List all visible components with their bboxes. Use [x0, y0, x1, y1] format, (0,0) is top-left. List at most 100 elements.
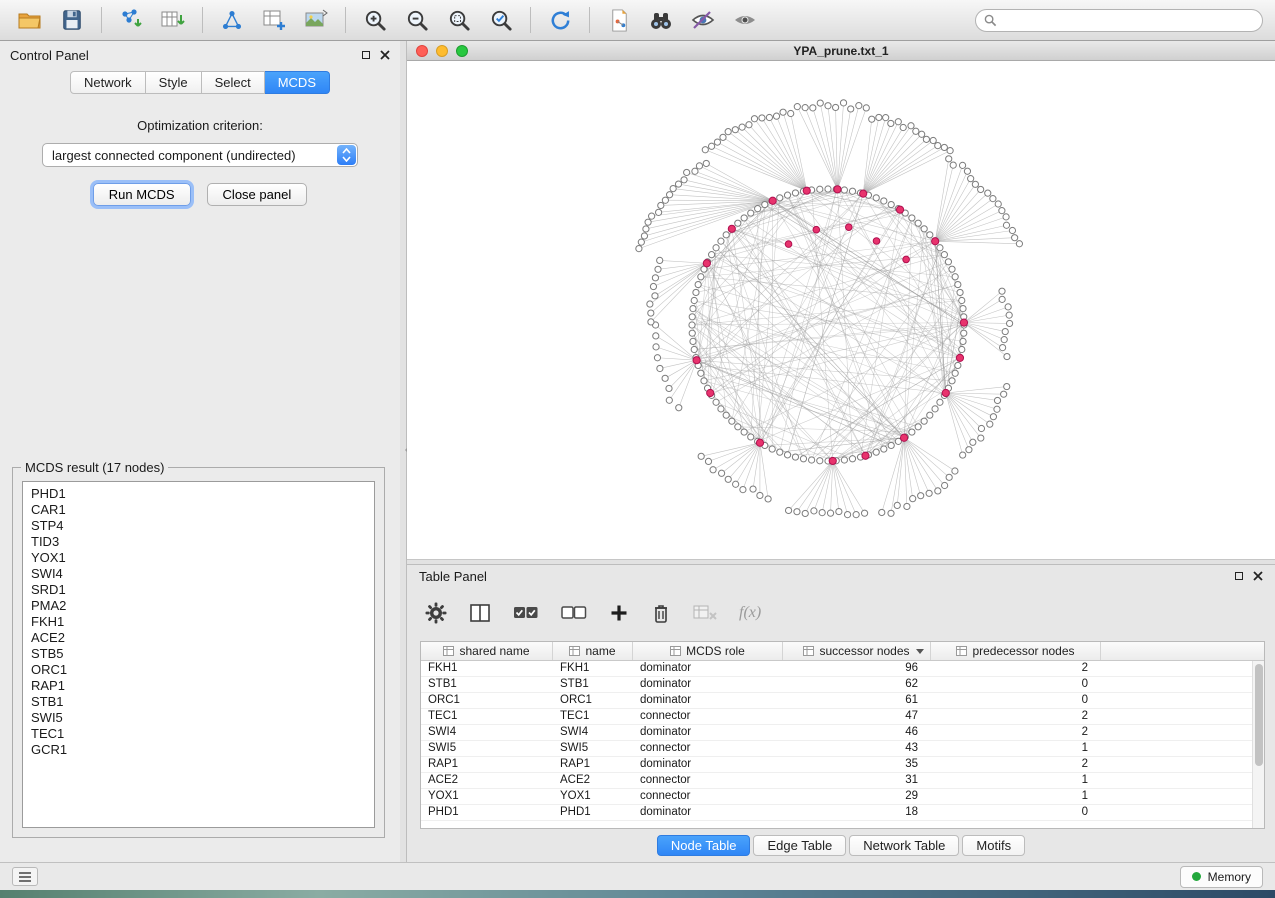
table-cell: STB1: [553, 677, 633, 692]
table-row[interactable]: YOX1YOX1connector291: [421, 789, 1264, 805]
search-input[interactable]: [975, 9, 1263, 32]
table-settings-button[interactable]: [425, 602, 447, 624]
tab-edge-table[interactable]: Edge Table: [753, 835, 846, 856]
mcds-result-item[interactable]: STP4: [31, 518, 374, 534]
mcds-result-item[interactable]: SRD1: [31, 582, 374, 598]
add-column-button[interactable]: [609, 603, 629, 623]
tab-style[interactable]: Style: [146, 71, 202, 94]
table-cell: 1: [931, 773, 1101, 788]
column-type-icon: [670, 646, 681, 656]
new-table-button[interactable]: [256, 5, 292, 35]
tab-select[interactable]: Select: [202, 71, 265, 94]
float-panel-icon[interactable]: [362, 51, 370, 59]
select-all-rows-button[interactable]: [513, 603, 539, 623]
table-row[interactable]: STB1STB1dominator620: [421, 677, 1264, 693]
import-network-button[interactable]: [113, 5, 149, 35]
table-cell: 1: [931, 741, 1101, 756]
zoom-out-button[interactable]: [399, 5, 435, 35]
run-mcds-button[interactable]: Run MCDS: [93, 183, 191, 206]
mcds-result-item[interactable]: STB1: [31, 694, 374, 710]
column-selector-button[interactable]: [469, 602, 491, 624]
tab-network-table[interactable]: Network Table: [849, 835, 959, 856]
import-table-button[interactable]: [155, 5, 191, 35]
tab-node-table[interactable]: Node Table: [657, 835, 751, 856]
mcds-result-item[interactable]: SWI5: [31, 710, 374, 726]
export-image-icon: [303, 7, 329, 33]
mcds-result-item[interactable]: PMA2: [31, 598, 374, 614]
table-row[interactable]: FKH1FKH1dominator962: [421, 661, 1264, 677]
table-scrollbar[interactable]: [1252, 661, 1264, 828]
column-type-icon: [803, 646, 814, 656]
table-row[interactable]: PHD1PHD1dominator180: [421, 805, 1264, 821]
table-cell: PHD1: [421, 805, 553, 820]
network-window-titlebar[interactable]: YPA_prune.txt_1: [407, 41, 1275, 61]
mcds-result-item[interactable]: ORC1: [31, 662, 374, 678]
table-row[interactable]: RAP1RAP1dominator352: [421, 757, 1264, 773]
mcds-result-item[interactable]: SWI4: [31, 566, 374, 582]
zoom-in-button[interactable]: [357, 5, 393, 35]
column-header-successor-nodes[interactable]: successor nodes: [783, 642, 931, 660]
table-row[interactable]: ORC1ORC1dominator610: [421, 693, 1264, 709]
export-image-button[interactable]: [298, 5, 334, 35]
column-header-predecessor-nodes[interactable]: predecessor nodes: [931, 642, 1101, 660]
delete-column-button[interactable]: [651, 602, 671, 624]
style-preview-button[interactable]: [685, 5, 721, 35]
table-cell: 47: [783, 709, 931, 724]
toolbar-separator: [345, 7, 346, 33]
mcds-result-item[interactable]: YOX1: [31, 550, 374, 566]
mcds-result-item[interactable]: GCR1: [31, 742, 374, 758]
table-cell: 0: [931, 693, 1101, 708]
sort-chevron-icon[interactable]: [916, 649, 924, 654]
zoom-selected-icon: [489, 8, 514, 33]
criterion-dropdown[interactable]: largest connected component (undirected): [42, 143, 358, 167]
float-table-panel-icon[interactable]: [1235, 572, 1243, 580]
zoom-fit-button[interactable]: [441, 5, 477, 35]
panel-menu-button[interactable]: [12, 867, 38, 886]
vertical-splitter[interactable]: [400, 41, 407, 862]
export-document-button[interactable]: [601, 5, 637, 35]
table-row[interactable]: TEC1TEC1connector472: [421, 709, 1264, 725]
close-table-panel-icon[interactable]: [1253, 571, 1263, 581]
network-window-title: YPA_prune.txt_1: [407, 44, 1275, 58]
save-session-button[interactable]: [54, 5, 90, 35]
mcds-result-item[interactable]: STB5: [31, 646, 374, 662]
mcds-result-item[interactable]: FKH1: [31, 614, 374, 630]
search-box: [975, 9, 1263, 32]
table-cell: connector: [633, 741, 783, 756]
scrollbar-thumb[interactable]: [1255, 664, 1263, 766]
mcds-result-item[interactable]: TEC1: [31, 726, 374, 742]
mcds-result-item[interactable]: CAR1: [31, 502, 374, 518]
mcds-result-item[interactable]: TID3: [31, 534, 374, 550]
column-header-shared-name[interactable]: shared name: [421, 642, 553, 660]
zoom-selected-button[interactable]: [483, 5, 519, 35]
open-session-button[interactable]: [12, 5, 48, 35]
zoom-in-icon: [363, 8, 388, 33]
show-hide-button[interactable]: [727, 5, 763, 35]
deselect-all-rows-button[interactable]: [561, 603, 587, 623]
mcds-result-item[interactable]: PHD1: [31, 486, 374, 502]
mcds-result-item[interactable]: ACE2: [31, 630, 374, 646]
mcds-result-item[interactable]: RAP1: [31, 678, 374, 694]
mcds-result-list[interactable]: PHD1CAR1STP4TID3YOX1SWI4SRD1PMA2FKH1ACE2…: [22, 481, 375, 828]
table-row[interactable]: SWI4SWI4dominator462: [421, 725, 1264, 741]
network-canvas[interactable]: [407, 61, 1275, 559]
new-table-icon: [261, 7, 287, 33]
tab-mcds[interactable]: MCDS: [265, 71, 330, 94]
table-row[interactable]: ACE2ACE2connector311: [421, 773, 1264, 789]
memory-button[interactable]: Memory: [1180, 866, 1263, 888]
tab-network[interactable]: Network: [70, 71, 146, 94]
tab-motifs[interactable]: Motifs: [962, 835, 1025, 856]
apply-layout-button[interactable]: [542, 5, 578, 35]
new-network-button[interactable]: [214, 5, 250, 35]
table-cell: 61: [783, 693, 931, 708]
table-cell: 2: [931, 709, 1101, 724]
column-header-name[interactable]: name: [553, 642, 633, 660]
column-header-mcds-role[interactable]: MCDS role: [633, 642, 783, 660]
close-panel-icon[interactable]: [380, 50, 390, 60]
application-window: Control Panel Network Style Select MCDS …: [0, 0, 1275, 898]
search-network-button[interactable]: [643, 5, 679, 35]
column-type-icon: [569, 646, 580, 656]
table-cell: ORC1: [553, 693, 633, 708]
table-row[interactable]: SWI5SWI5connector431: [421, 741, 1264, 757]
close-mcds-panel-button[interactable]: Close panel: [207, 183, 308, 206]
